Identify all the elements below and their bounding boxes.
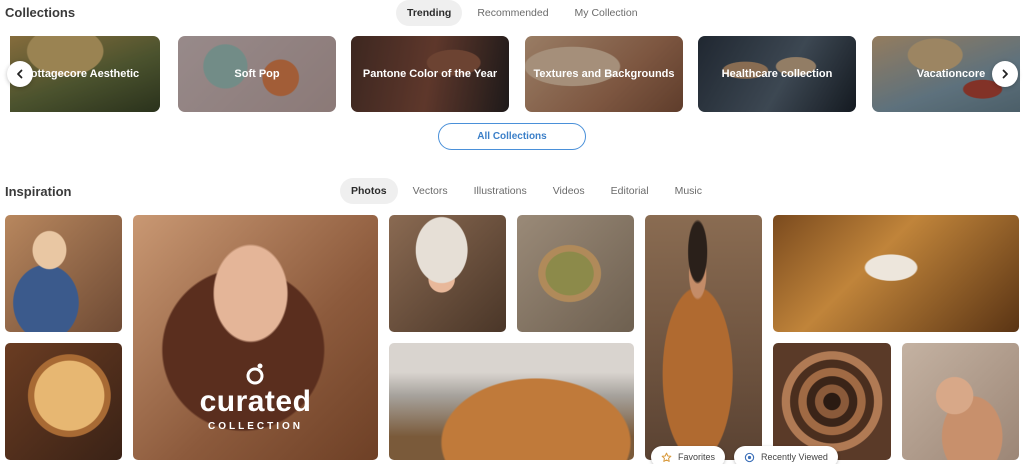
curated-sub: COLLECTION bbox=[208, 421, 303, 432]
collection-card-textures[interactable]: Textures and Backgrounds bbox=[525, 36, 683, 112]
collection-card-label: Pantone Color of the Year bbox=[362, 68, 498, 80]
collections-title: Collections bbox=[5, 5, 76, 20]
collection-card-healthcare[interactable]: Healthcare collection bbox=[698, 36, 856, 112]
photo-tile-puppy[interactable] bbox=[773, 215, 1019, 332]
star-icon bbox=[661, 452, 672, 462]
curated-collection-tile[interactable]: curated COLLECTION bbox=[133, 215, 378, 460]
all-collections-button[interactable]: All Collections bbox=[438, 123, 586, 150]
recently-viewed-label: Recently Viewed bbox=[761, 452, 828, 462]
favorites-button[interactable]: Favorites bbox=[651, 446, 726, 464]
chevron-left-icon bbox=[17, 69, 23, 79]
photo-tile-spiral-stairs[interactable] bbox=[773, 343, 891, 460]
collection-card-label: Healthcare collection bbox=[721, 68, 833, 80]
curated-word: curated bbox=[199, 385, 312, 418]
collection-card-label: Textures and Backgrounds bbox=[533, 68, 675, 80]
collection-card-label: Soft Pop bbox=[234, 68, 280, 80]
tab-trending[interactable]: Trending bbox=[396, 0, 463, 26]
chevron-right-icon bbox=[1002, 69, 1008, 79]
eye-icon bbox=[744, 452, 755, 462]
photo-tile-woman-pose[interactable] bbox=[902, 343, 1019, 460]
photo-tile-leaf[interactable] bbox=[517, 215, 634, 332]
carousel-prev-button[interactable] bbox=[7, 61, 33, 87]
curated-logo-icon bbox=[246, 363, 263, 385]
tab-my-collection[interactable]: My Collection bbox=[564, 0, 649, 26]
collections-carousel: Cottagecore Aesthetic Soft Pop Pantone C… bbox=[10, 36, 1020, 113]
photo-tile-desert-dune[interactable] bbox=[389, 343, 634, 460]
tab-music[interactable]: Music bbox=[664, 178, 713, 204]
tab-videos[interactable]: Videos bbox=[542, 178, 596, 204]
inspiration-title: Inspiration bbox=[5, 184, 72, 199]
photo-tile-child-hat[interactable] bbox=[389, 215, 506, 332]
tab-editorial[interactable]: Editorial bbox=[600, 178, 660, 204]
photo-tile-woman-tablet[interactable] bbox=[5, 215, 122, 332]
tab-illustrations[interactable]: Illustrations bbox=[463, 178, 538, 204]
recently-viewed-button[interactable]: Recently Viewed bbox=[734, 446, 838, 464]
tab-photos[interactable]: Photos bbox=[340, 178, 398, 204]
carousel-next-button[interactable] bbox=[992, 61, 1018, 87]
tab-vectors[interactable]: Vectors bbox=[402, 178, 459, 204]
inspiration-tabs: Photos Vectors Illustrations Videos Edit… bbox=[340, 178, 713, 204]
collection-card-pantone[interactable]: Pantone Color of the Year bbox=[351, 36, 509, 112]
curated-logo: curated COLLECTION bbox=[133, 361, 378, 432]
tab-recommended[interactable]: Recommended bbox=[466, 0, 559, 26]
collection-card-soft-pop[interactable]: Soft Pop bbox=[178, 36, 336, 112]
photo-tile-pizza[interactable] bbox=[5, 343, 122, 460]
collections-tabs: Trending Recommended My Collection bbox=[396, 0, 649, 26]
photo-tile-man-coat[interactable] bbox=[645, 215, 762, 460]
favorites-label: Favorites bbox=[678, 452, 716, 462]
